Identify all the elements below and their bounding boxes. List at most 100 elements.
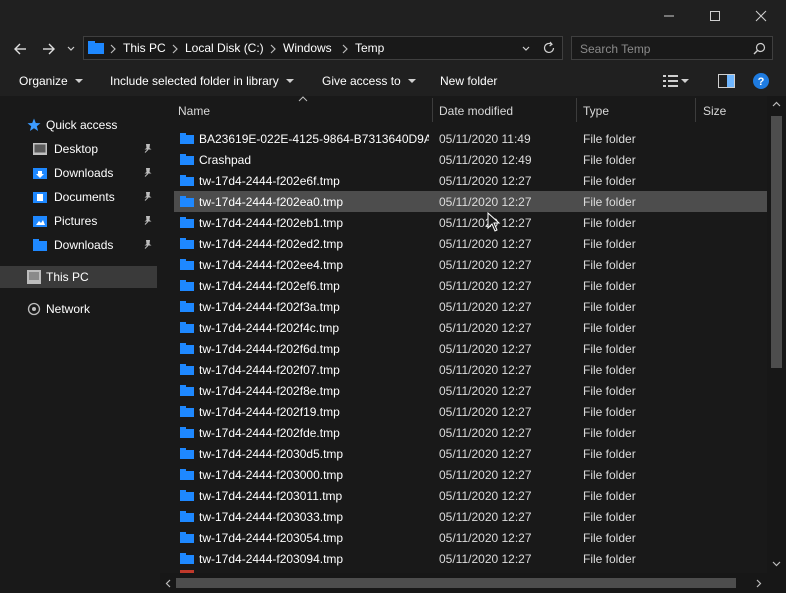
nav-network[interactable]: Network bbox=[0, 298, 157, 320]
include-in-library-menu[interactable]: Include selected folder in library bbox=[110, 74, 294, 88]
file-name: tw-17d4-2444-f202f8e.tmp bbox=[199, 384, 340, 398]
give-access-menu[interactable]: Give access to bbox=[322, 74, 416, 88]
folder-icon bbox=[180, 238, 194, 249]
file-type: File folder bbox=[583, 258, 636, 272]
file-row[interactable]: tw-17d4-2444-f2030d5.tmp 05/11/2020 12:27… bbox=[174, 443, 768, 464]
nav-downloads-label: Downloads bbox=[54, 166, 114, 180]
close-icon bbox=[755, 10, 767, 22]
nav-documents[interactable]: Documents bbox=[0, 186, 157, 208]
file-row[interactable]: tw-17d4-2444-f202eb1.tmp 05/11/2020 12:27… bbox=[174, 212, 768, 233]
file-type: File folder bbox=[583, 405, 636, 419]
folder-icon bbox=[180, 259, 194, 270]
file-row[interactable]: tw-17d4-2444-f202f4c.tmp 05/11/2020 12:27… bbox=[174, 317, 768, 338]
folder-icon bbox=[180, 490, 194, 501]
caret-down-icon bbox=[74, 78, 83, 83]
vertical-scrollbar[interactable] bbox=[767, 96, 786, 573]
nav-this-pc[interactable]: This PC bbox=[0, 266, 157, 288]
close-button[interactable] bbox=[738, 0, 784, 32]
pictures-icon bbox=[33, 216, 47, 227]
chevron-down-icon[interactable] bbox=[521, 45, 531, 53]
file-row[interactable]: tw-17d4-2444-f202ef6.tmp 05/11/2020 12:27… bbox=[174, 275, 768, 296]
file-row[interactable]: tw-17d4-2444-f202f19.tmp 05/11/2020 12:27… bbox=[174, 401, 768, 422]
search-icon[interactable] bbox=[753, 42, 766, 55]
pin-icon bbox=[144, 240, 152, 249]
file-row[interactable]: tw-17d4-2444-f202ea0.tmp 05/11/2020 12:27… bbox=[174, 191, 768, 212]
view-options-icon[interactable] bbox=[663, 74, 679, 88]
nav-downloads-folder[interactable]: Downloads bbox=[0, 234, 157, 256]
nav-pictures[interactable]: Pictures bbox=[0, 210, 157, 232]
view-options-dropdown[interactable] bbox=[681, 79, 689, 83]
nav-desktop[interactable]: Desktop bbox=[0, 138, 157, 160]
vertical-scroll-thumb[interactable] bbox=[771, 116, 782, 368]
pin-icon bbox=[144, 192, 152, 201]
breadcrumb-windows[interactable]: Windows bbox=[283, 41, 332, 55]
scroll-down-icon[interactable] bbox=[772, 561, 781, 567]
file-row[interactable]: tw-17d4-2444-f202e6f.tmp 05/11/2020 12:27… bbox=[174, 170, 768, 191]
recent-locations-button[interactable] bbox=[63, 38, 79, 60]
column-header-name[interactable]: Name bbox=[174, 96, 432, 124]
file-row[interactable]: tw-17d4-2444-f202f6d.tmp 05/11/2020 12:27… bbox=[174, 338, 768, 359]
file-row[interactable]: Crashpad 05/11/2020 12:49 File folder bbox=[174, 149, 768, 170]
maximize-button[interactable] bbox=[692, 0, 738, 32]
breadcrumb-temp[interactable]: Temp bbox=[355, 41, 384, 55]
column-header-date[interactable]: Date modified bbox=[433, 96, 576, 124]
folder-icon bbox=[180, 343, 194, 354]
file-type: File folder bbox=[583, 132, 636, 146]
breadcrumb-this-pc[interactable]: This PC bbox=[123, 41, 166, 55]
address-bar[interactable]: This PC Local Disk (C:) Windows Temp bbox=[83, 36, 563, 60]
file-row[interactable]: tw-17d4-2444-f203011.tmp 05/11/2020 12:27… bbox=[174, 485, 768, 506]
file-row[interactable]: tw-17d4-2444-f203033.tmp 05/11/2020 12:27… bbox=[174, 506, 768, 527]
documents-icon bbox=[33, 192, 47, 203]
file-row[interactable]: tw-17d4-2444-f202fde.tmp 05/11/2020 12:27… bbox=[174, 422, 768, 443]
column-header-size[interactable]: Size bbox=[696, 96, 766, 124]
file-row[interactable]: tw-17d4-2444-f202f8e.tmp 05/11/2020 12:27… bbox=[174, 380, 768, 401]
file-row[interactable]: tw-17d4-2444-f202ee4.tmp 05/11/2020 12:27… bbox=[174, 254, 768, 275]
file-name: tw-17d4-2444-f202f07.tmp bbox=[199, 363, 340, 377]
preview-pane-icon[interactable] bbox=[718, 74, 735, 88]
file-row[interactable]: BA23619E-022E-4125-9864-B7313640D9A... 05… bbox=[174, 128, 768, 149]
nav-downloads[interactable]: Downloads bbox=[0, 162, 157, 184]
file-row[interactable]: tw-17d4-2444-f202ed2.tmp 05/11/2020 12:27… bbox=[174, 233, 768, 254]
file-row[interactable]: tw-17d4-2444-f203054.tmp 05/11/2020 12:27… bbox=[174, 527, 768, 548]
file-date-modified: 05/11/2020 11:49 bbox=[439, 132, 531, 146]
forward-button[interactable] bbox=[38, 38, 60, 60]
chevron-right-icon[interactable] bbox=[171, 44, 179, 54]
file-row[interactable]: tw-17d4-2444-f203094.tmp 05/11/2020 12:27… bbox=[174, 548, 768, 569]
chevron-right-icon[interactable] bbox=[109, 44, 117, 54]
forward-arrow-icon bbox=[43, 43, 55, 55]
file-row[interactable]: tw-17d4-2444-f202f3a.tmp 05/11/2020 12:27… bbox=[174, 296, 768, 317]
back-button[interactable] bbox=[9, 38, 31, 60]
new-folder-button[interactable]: New folder bbox=[440, 74, 497, 88]
nav-quick-access[interactable]: Quick access bbox=[0, 114, 157, 136]
file-row[interactable]: tw-17d4-2444-f202f07.tmp 05/11/2020 12:27… bbox=[174, 359, 768, 380]
folder-icon bbox=[180, 469, 194, 480]
folder-icon bbox=[180, 364, 194, 375]
pin-icon bbox=[144, 216, 152, 225]
file-row[interactable]: tw-17d4-2444-f203000.tmp 05/11/2020 12:27… bbox=[174, 464, 768, 485]
title-bar bbox=[0, 0, 786, 32]
file-date-modified: 05/11/2020 12:27 bbox=[439, 384, 532, 398]
file-type: File folder bbox=[583, 531, 636, 545]
scroll-right-icon[interactable] bbox=[756, 579, 762, 588]
search-input[interactable]: Search Temp bbox=[571, 36, 773, 60]
chevron-down-icon bbox=[67, 46, 75, 51]
file-type: File folder bbox=[583, 510, 636, 524]
file-date-modified: 05/11/2020 12:27 bbox=[439, 321, 532, 335]
organize-menu[interactable]: Organize bbox=[19, 74, 83, 88]
horizontal-scrollbar[interactable] bbox=[160, 573, 767, 593]
minimize-button[interactable] bbox=[646, 0, 692, 32]
help-icon[interactable]: ? bbox=[753, 73, 769, 89]
chevron-right-icon[interactable] bbox=[269, 44, 277, 54]
refresh-icon[interactable] bbox=[542, 41, 556, 55]
file-name: tw-17d4-2444-f2030d5.tmp bbox=[199, 447, 344, 461]
horizontal-scroll-thumb[interactable] bbox=[176, 578, 736, 588]
scroll-left-icon[interactable] bbox=[165, 579, 171, 588]
breadcrumb-local-disk[interactable]: Local Disk (C:) bbox=[185, 41, 264, 55]
file-name: tw-17d4-2444-f203000.tmp bbox=[199, 468, 344, 482]
file-date-modified: 05/11/2020 12:27 bbox=[439, 216, 532, 230]
scroll-up-icon[interactable] bbox=[772, 101, 781, 107]
file-type: File folder bbox=[583, 279, 636, 293]
chevron-right-icon[interactable] bbox=[341, 44, 349, 54]
column-header-type[interactable]: Type bbox=[577, 96, 695, 124]
file-type: File folder bbox=[583, 363, 636, 377]
